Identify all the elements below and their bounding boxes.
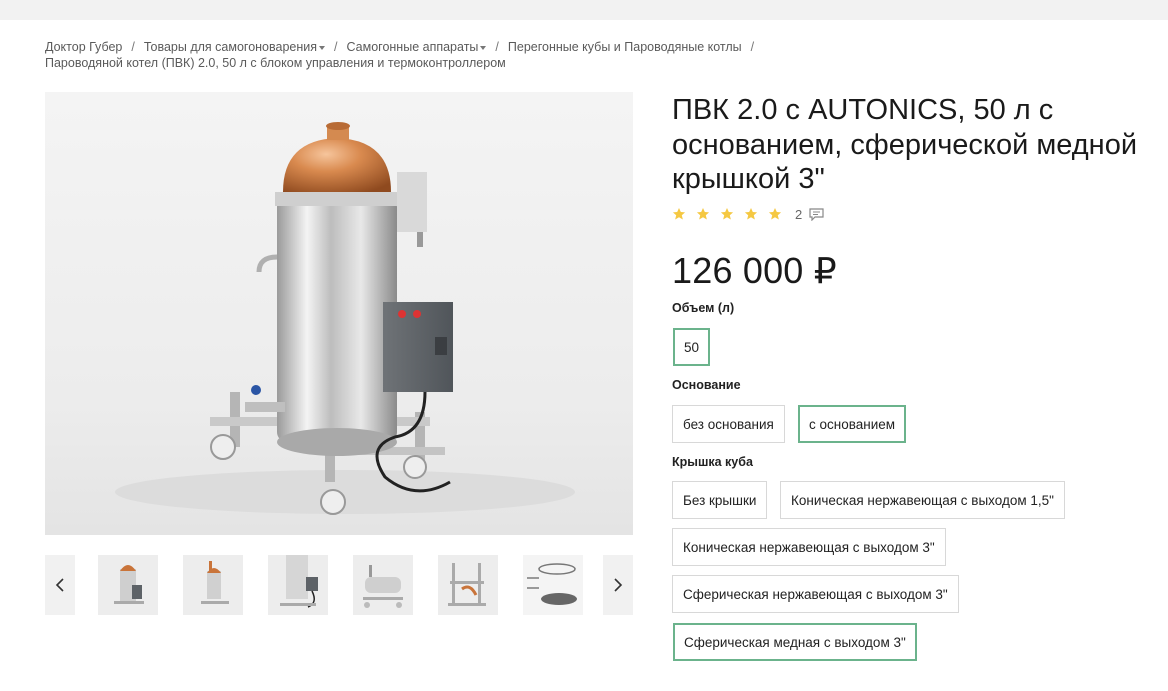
volume-option-50[interactable]: 50	[673, 328, 711, 366]
lid-option-conical-steel-15[interactable]: Коническая нержавеющая с выходом 1,5"	[780, 481, 1065, 519]
thumbnail-image	[268, 555, 328, 615]
top-bar	[0, 0, 1168, 20]
base-option-without[interactable]: без основания	[672, 405, 785, 443]
breadcrumb-current: Пароводяной котел (ПВК) 2.0, 50 л с блок…	[45, 56, 506, 70]
star-icon	[720, 208, 734, 220]
base-option-with[interactable]: с основанием	[798, 405, 907, 443]
thumbnail-image	[438, 555, 498, 615]
chevron-right-icon	[614, 578, 623, 592]
boiler-illustration	[115, 122, 575, 515]
breadcrumb: Доктор Губер / Товары для самогоноварения /…	[45, 39, 1145, 71]
thumbnails-next-button[interactable]	[603, 555, 633, 615]
lid-option-conical-steel-3[interactable]: Коническая нержавеющая с выходом 3"	[672, 528, 946, 566]
lid-label: Крышка куба	[672, 455, 753, 469]
product-rating[interactable]: 2	[672, 205, 824, 223]
thumbnail-2[interactable]	[183, 555, 243, 615]
thumbnail-6[interactable]	[523, 555, 583, 615]
breadcrumb-supplies-label: Товары для самогоноварения	[143, 40, 318, 54]
breadcrumb-separator: /	[131, 40, 135, 54]
thumbnail-image	[183, 555, 243, 615]
caret-down-icon	[319, 45, 326, 50]
main-product-photo[interactable]	[45, 92, 633, 535]
comment-icon[interactable]	[809, 207, 824, 221]
thumbnail-5[interactable]	[438, 555, 498, 615]
thumbnail-image	[523, 555, 583, 615]
star-icon	[696, 208, 710, 220]
breadcrumb-boilers[interactable]: Перегонные кубы и Пароводяные котлы	[508, 40, 742, 54]
lid-option-spherical-copper-3[interactable]: Сферическая медная с выходом 3"	[673, 623, 917, 661]
chevron-left-icon	[55, 578, 64, 592]
breadcrumb-home[interactable]: Доктор Губер	[45, 40, 122, 54]
product-price: 126 000 ₽	[672, 250, 837, 291]
thumbnails-prev-button[interactable]	[45, 555, 75, 615]
base-label: Основание	[672, 378, 741, 392]
breadcrumb-separator: /	[750, 40, 755, 54]
breadcrumb-supplies[interactable]: Товары для самогоноварения	[143, 40, 326, 54]
thumbnail-1[interactable]	[98, 555, 158, 615]
thumbnail-image	[353, 555, 413, 615]
thumbnail-4[interactable]	[353, 555, 413, 615]
breadcrumb-separator: /	[495, 40, 499, 54]
star-icon	[672, 208, 686, 220]
thumbnail-strip	[45, 555, 633, 615]
breadcrumb-stills[interactable]: Самогонные аппараты	[347, 40, 487, 54]
breadcrumb-separator: /	[334, 40, 338, 54]
star-icon	[768, 208, 782, 220]
product-title: ПВК 2.0 с AUTONICS, 50 л с основанием, с…	[672, 94, 1138, 195]
lid-option-none[interactable]: Без крышки	[672, 481, 768, 519]
lid-option-spherical-steel-3[interactable]: Сферическая нержавеющая с выходом 3"	[672, 575, 959, 613]
breadcrumb-stills-label: Самогонные аппараты	[346, 40, 479, 54]
thumbnail-image	[98, 555, 158, 615]
volume-label: Объем (л)	[672, 301, 735, 315]
caret-down-icon	[480, 45, 487, 50]
star-icon	[744, 208, 758, 220]
review-count[interactable]: 2	[795, 207, 802, 222]
thumbnail-3[interactable]	[268, 555, 328, 615]
